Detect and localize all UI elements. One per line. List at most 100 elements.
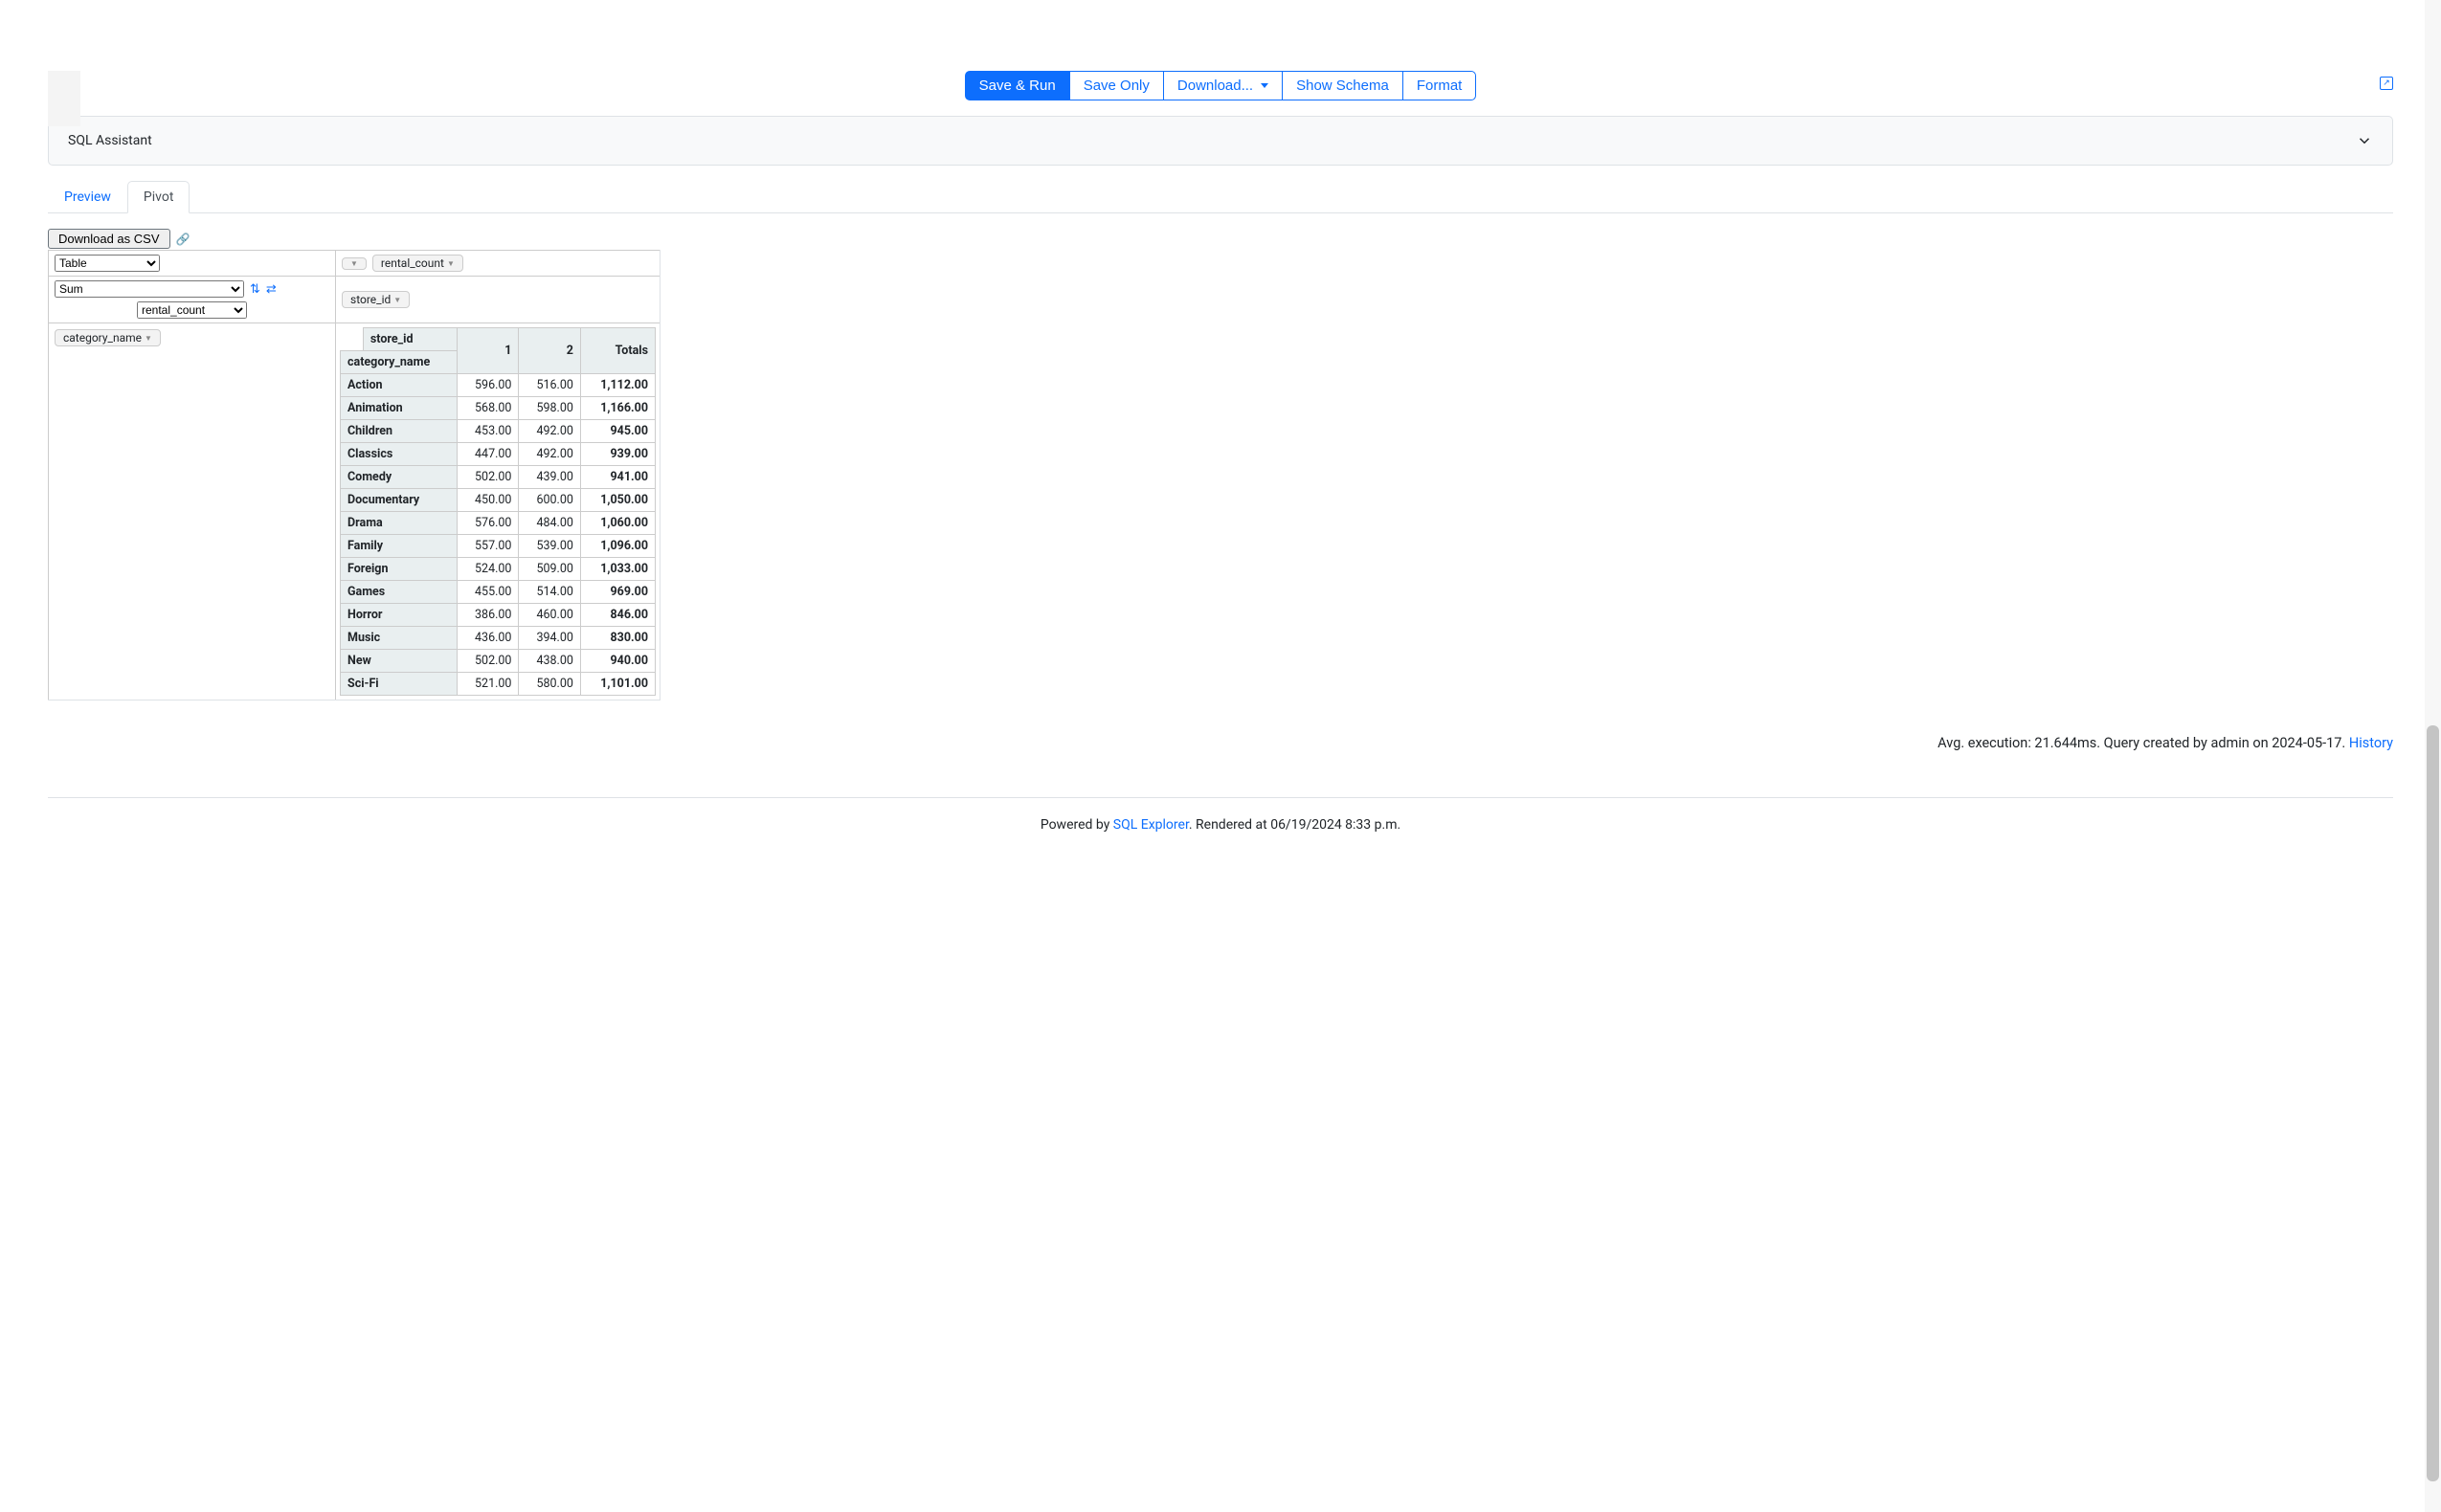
- cell-value: 514.00: [519, 581, 580, 604]
- row-label: Horror: [341, 604, 458, 627]
- cell-total: 1,112.00: [580, 374, 655, 397]
- table-row: Music436.00394.00830.00: [341, 627, 656, 650]
- table-row: Animation568.00598.001,166.00: [341, 397, 656, 420]
- cell-total: 1,166.00: [580, 397, 655, 420]
- col-header-store-id: store_id: [363, 328, 457, 351]
- sort-cols-icon[interactable]: ⇄: [266, 282, 277, 297]
- cell-total: 1,033.00: [580, 558, 655, 581]
- cell-value: 386.00: [458, 604, 519, 627]
- table-row: Comedy502.00439.00941.00: [341, 466, 656, 489]
- triangle-down-icon: ▼: [393, 296, 401, 304]
- history-link[interactable]: History: [2349, 735, 2393, 751]
- table-row: Foreign524.00509.001,033.00: [341, 558, 656, 581]
- sql-assistant-toggle[interactable]: SQL Assistant: [48, 116, 2393, 166]
- cell-total: 1,096.00: [580, 535, 655, 558]
- download-csv-button[interactable]: Download as CSV: [48, 229, 170, 249]
- row-label: Family: [341, 535, 458, 558]
- download-dropdown-button[interactable]: Download...: [1163, 71, 1283, 100]
- cell-total: 830.00: [580, 627, 655, 650]
- table-row: Sci-Fi521.00580.001,101.00: [341, 673, 656, 696]
- cell-value: 524.00: [458, 558, 519, 581]
- sql-explorer-link[interactable]: SQL Explorer: [1113, 817, 1189, 833]
- tab-pivot[interactable]: Pivot: [127, 181, 190, 213]
- row-label: Animation: [341, 397, 458, 420]
- cell-total: 1,050.00: [580, 489, 655, 512]
- table-row: Family557.00539.001,096.00: [341, 535, 656, 558]
- cell-value: 438.00: [519, 650, 580, 673]
- pivot-ui: Table ▼ rental_count ▼ Sum ⇅ ⇄: [48, 250, 661, 700]
- cell-total: 945.00: [580, 420, 655, 443]
- cell-total: 1,101.00: [580, 673, 655, 696]
- cell-value: 492.00: [519, 420, 580, 443]
- result-tabs: Preview Pivot: [48, 181, 2393, 213]
- cell-total: 941.00: [580, 466, 655, 489]
- cell-value: 455.00: [458, 581, 519, 604]
- row-label: Music: [341, 627, 458, 650]
- fullscreen-icon[interactable]: [2380, 77, 2393, 90]
- cell-value: 439.00: [519, 466, 580, 489]
- pivot-data-table: store_id12Totalscategory_nameAction596.0…: [340, 327, 656, 696]
- table-row: Drama576.00484.001,060.00: [341, 512, 656, 535]
- cell-value: 460.00: [519, 604, 580, 627]
- row-label: Games: [341, 581, 458, 604]
- download-button-label: Download...: [1177, 78, 1253, 94]
- status-line: Avg. execution: 21.644ms. Query created …: [48, 735, 2393, 751]
- unused-attr-pill[interactable]: ▼: [342, 257, 367, 270]
- triangle-down-icon: ▼: [350, 259, 358, 268]
- table-row: Children453.00492.00945.00: [341, 420, 656, 443]
- table-row: New502.00438.00940.00: [341, 650, 656, 673]
- cell-value: 502.00: [458, 650, 519, 673]
- row-label: Comedy: [341, 466, 458, 489]
- chevron-down-icon: [1261, 83, 1268, 88]
- row-label: Sci-Fi: [341, 673, 458, 696]
- save-only-button[interactable]: Save Only: [1069, 71, 1164, 100]
- cell-value: 502.00: [458, 466, 519, 489]
- cell-value: 484.00: [519, 512, 580, 535]
- pill-label: category_name: [63, 331, 142, 345]
- row-label: Documentary: [341, 489, 458, 512]
- format-button[interactable]: Format: [1402, 71, 1477, 100]
- save-run-button[interactable]: Save & Run: [965, 71, 1070, 100]
- cell-total: 939.00: [580, 443, 655, 466]
- tab-preview[interactable]: Preview: [48, 181, 127, 213]
- vals-select[interactable]: rental_count: [137, 301, 247, 319]
- renderer-select[interactable]: Table: [55, 255, 160, 272]
- table-row: Horror386.00460.00846.00: [341, 604, 656, 627]
- triangle-down-icon: ▼: [447, 259, 455, 268]
- table-row: Games455.00514.00969.00: [341, 581, 656, 604]
- status-text: Avg. execution: 21.644ms. Query created …: [1937, 735, 2349, 751]
- sort-rows-icon[interactable]: ⇅: [250, 282, 260, 297]
- cell-value: 447.00: [458, 443, 519, 466]
- show-schema-button[interactable]: Show Schema: [1282, 71, 1403, 100]
- row-attr-category-name[interactable]: category_name ▼: [55, 329, 161, 346]
- cell-value: 521.00: [458, 673, 519, 696]
- pivot-scroll-container[interactable]: Table ▼ rental_count ▼ Sum ⇅ ⇄: [48, 250, 1271, 723]
- aggregator-select[interactable]: Sum: [55, 280, 244, 298]
- col-header-totals: Totals: [580, 328, 655, 374]
- row-label: Classics: [341, 443, 458, 466]
- table-row: Classics447.00492.00939.00: [341, 443, 656, 466]
- footer: Powered by SQL Explorer. Rendered at 06/…: [48, 817, 2393, 852]
- cell-value: 453.00: [458, 420, 519, 443]
- pill-label: rental_count: [381, 256, 444, 270]
- chevron-down-icon: [2356, 132, 2373, 149]
- row-label: Action: [341, 374, 458, 397]
- col-header-1: 1: [458, 328, 519, 374]
- cell-value: 516.00: [519, 374, 580, 397]
- cell-value: 568.00: [458, 397, 519, 420]
- cell-value: 492.00: [519, 443, 580, 466]
- permalink-icon[interactable]: 🔗: [176, 233, 190, 246]
- table-row: Action596.00516.001,112.00: [341, 374, 656, 397]
- triangle-down-icon: ▼: [145, 334, 152, 343]
- cell-value: 580.00: [519, 673, 580, 696]
- row-header-category-name: category_name: [341, 351, 458, 374]
- cell-value: 539.00: [519, 535, 580, 558]
- cell-total: 969.00: [580, 581, 655, 604]
- cell-value: 509.00: [519, 558, 580, 581]
- unused-attr-rental-count[interactable]: rental_count ▼: [372, 255, 463, 272]
- cell-value: 557.00: [458, 535, 519, 558]
- col-attr-store-id[interactable]: store_id ▼: [342, 291, 410, 308]
- cell-value: 450.00: [458, 489, 519, 512]
- row-label: Drama: [341, 512, 458, 535]
- toolbar: Save & Run Save Only Download... Show Sc…: [48, 71, 2393, 100]
